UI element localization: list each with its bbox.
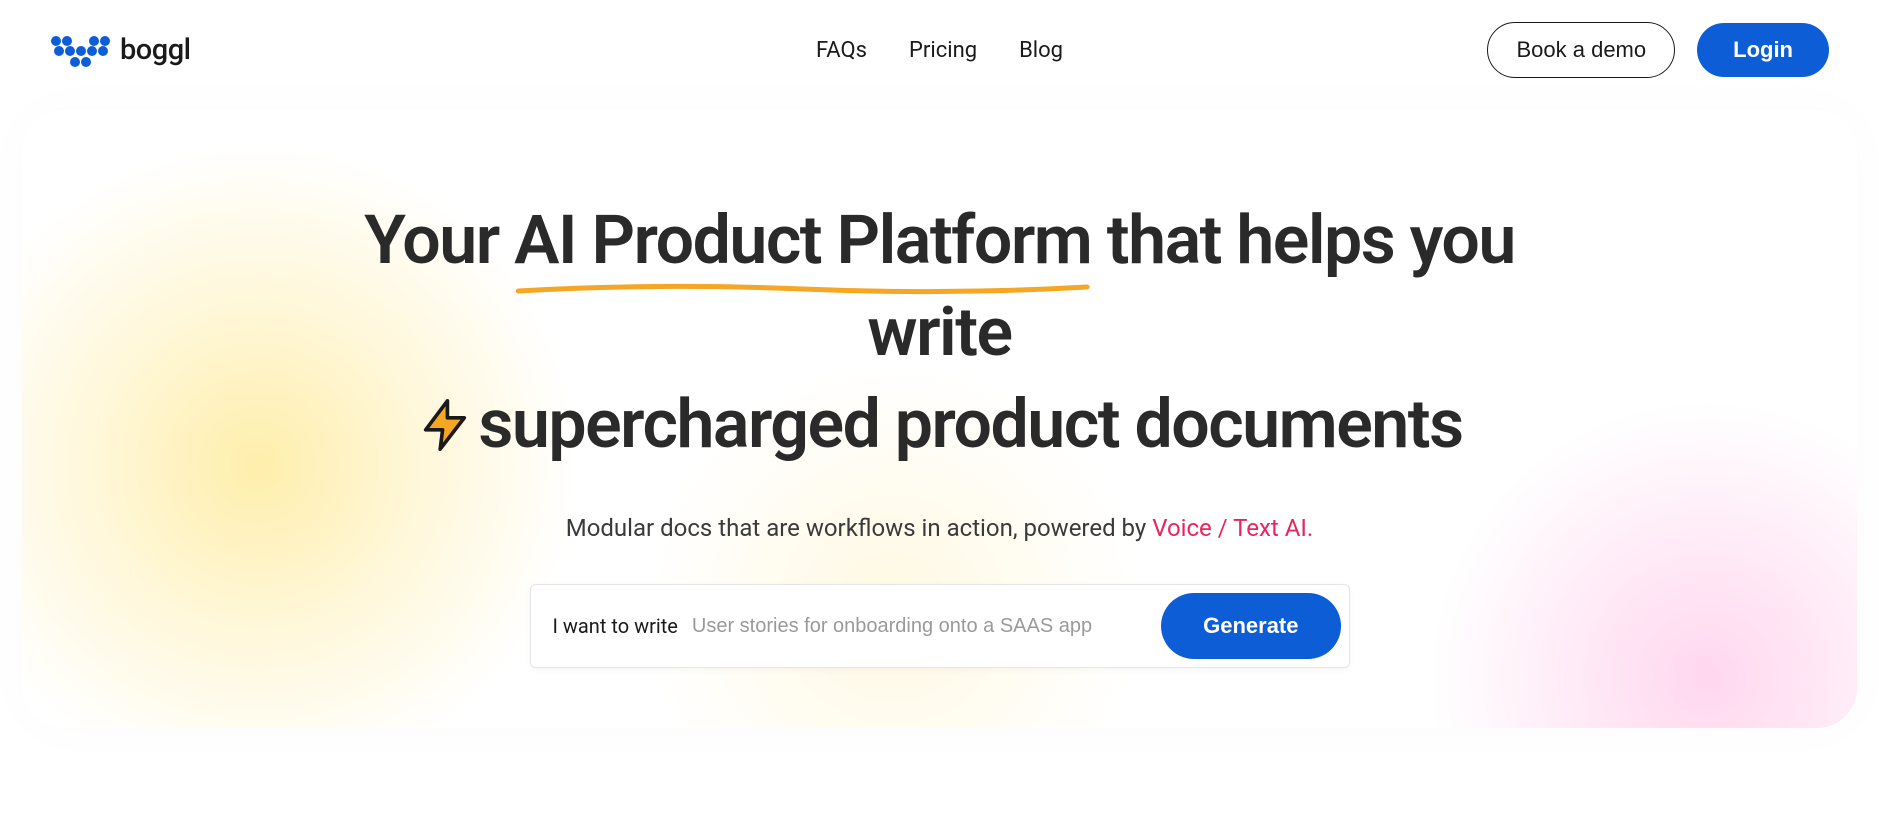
- prompt-bar: I want to write Generate: [530, 584, 1350, 668]
- prompt-input[interactable]: [692, 615, 1151, 638]
- hero-subtitle-pre: Modular docs that are workflows in actio…: [566, 514, 1152, 542]
- nav-link-blog[interactable]: Blog: [1019, 38, 1063, 63]
- nav-link-faqs[interactable]: FAQs: [816, 38, 867, 63]
- prompt-prefix: I want to write: [553, 614, 678, 638]
- hero-title-underlined: AI Product Platform: [514, 200, 1091, 280]
- underline-icon: [514, 281, 1091, 299]
- logo-text: boggl: [120, 33, 191, 67]
- book-demo-button[interactable]: Book a demo: [1487, 22, 1675, 78]
- nav-link-pricing[interactable]: Pricing: [909, 38, 977, 63]
- hero-title-post2: supercharged product documents: [478, 384, 1462, 464]
- hero-title-underlined-wrap: AI Product Platform: [514, 195, 1091, 287]
- logo[interactable]: boggl: [50, 33, 191, 68]
- logo-icon: [50, 33, 112, 68]
- hero-content: Your AI Product Platform that helps you …: [340, 195, 1540, 668]
- login-button[interactable]: Login: [1697, 23, 1829, 77]
- hero-subtitle: Modular docs that are workflows in actio…: [340, 514, 1540, 542]
- hero-title: Your AI Product Platform that helps you …: [340, 195, 1540, 470]
- site-header: boggl FAQs Pricing Blog Book a demo Logi…: [0, 0, 1879, 100]
- hero-section: Your AI Product Platform that helps you …: [22, 110, 1857, 728]
- hero-title-pre: Your: [364, 200, 514, 280]
- bolt-icon: [416, 396, 474, 454]
- generate-button[interactable]: Generate: [1161, 593, 1340, 659]
- hero-subtitle-accent: Voice / Text AI.: [1152, 514, 1313, 542]
- header-actions: Book a demo Login: [1487, 22, 1829, 78]
- main-nav: FAQs Pricing Blog: [816, 38, 1063, 63]
